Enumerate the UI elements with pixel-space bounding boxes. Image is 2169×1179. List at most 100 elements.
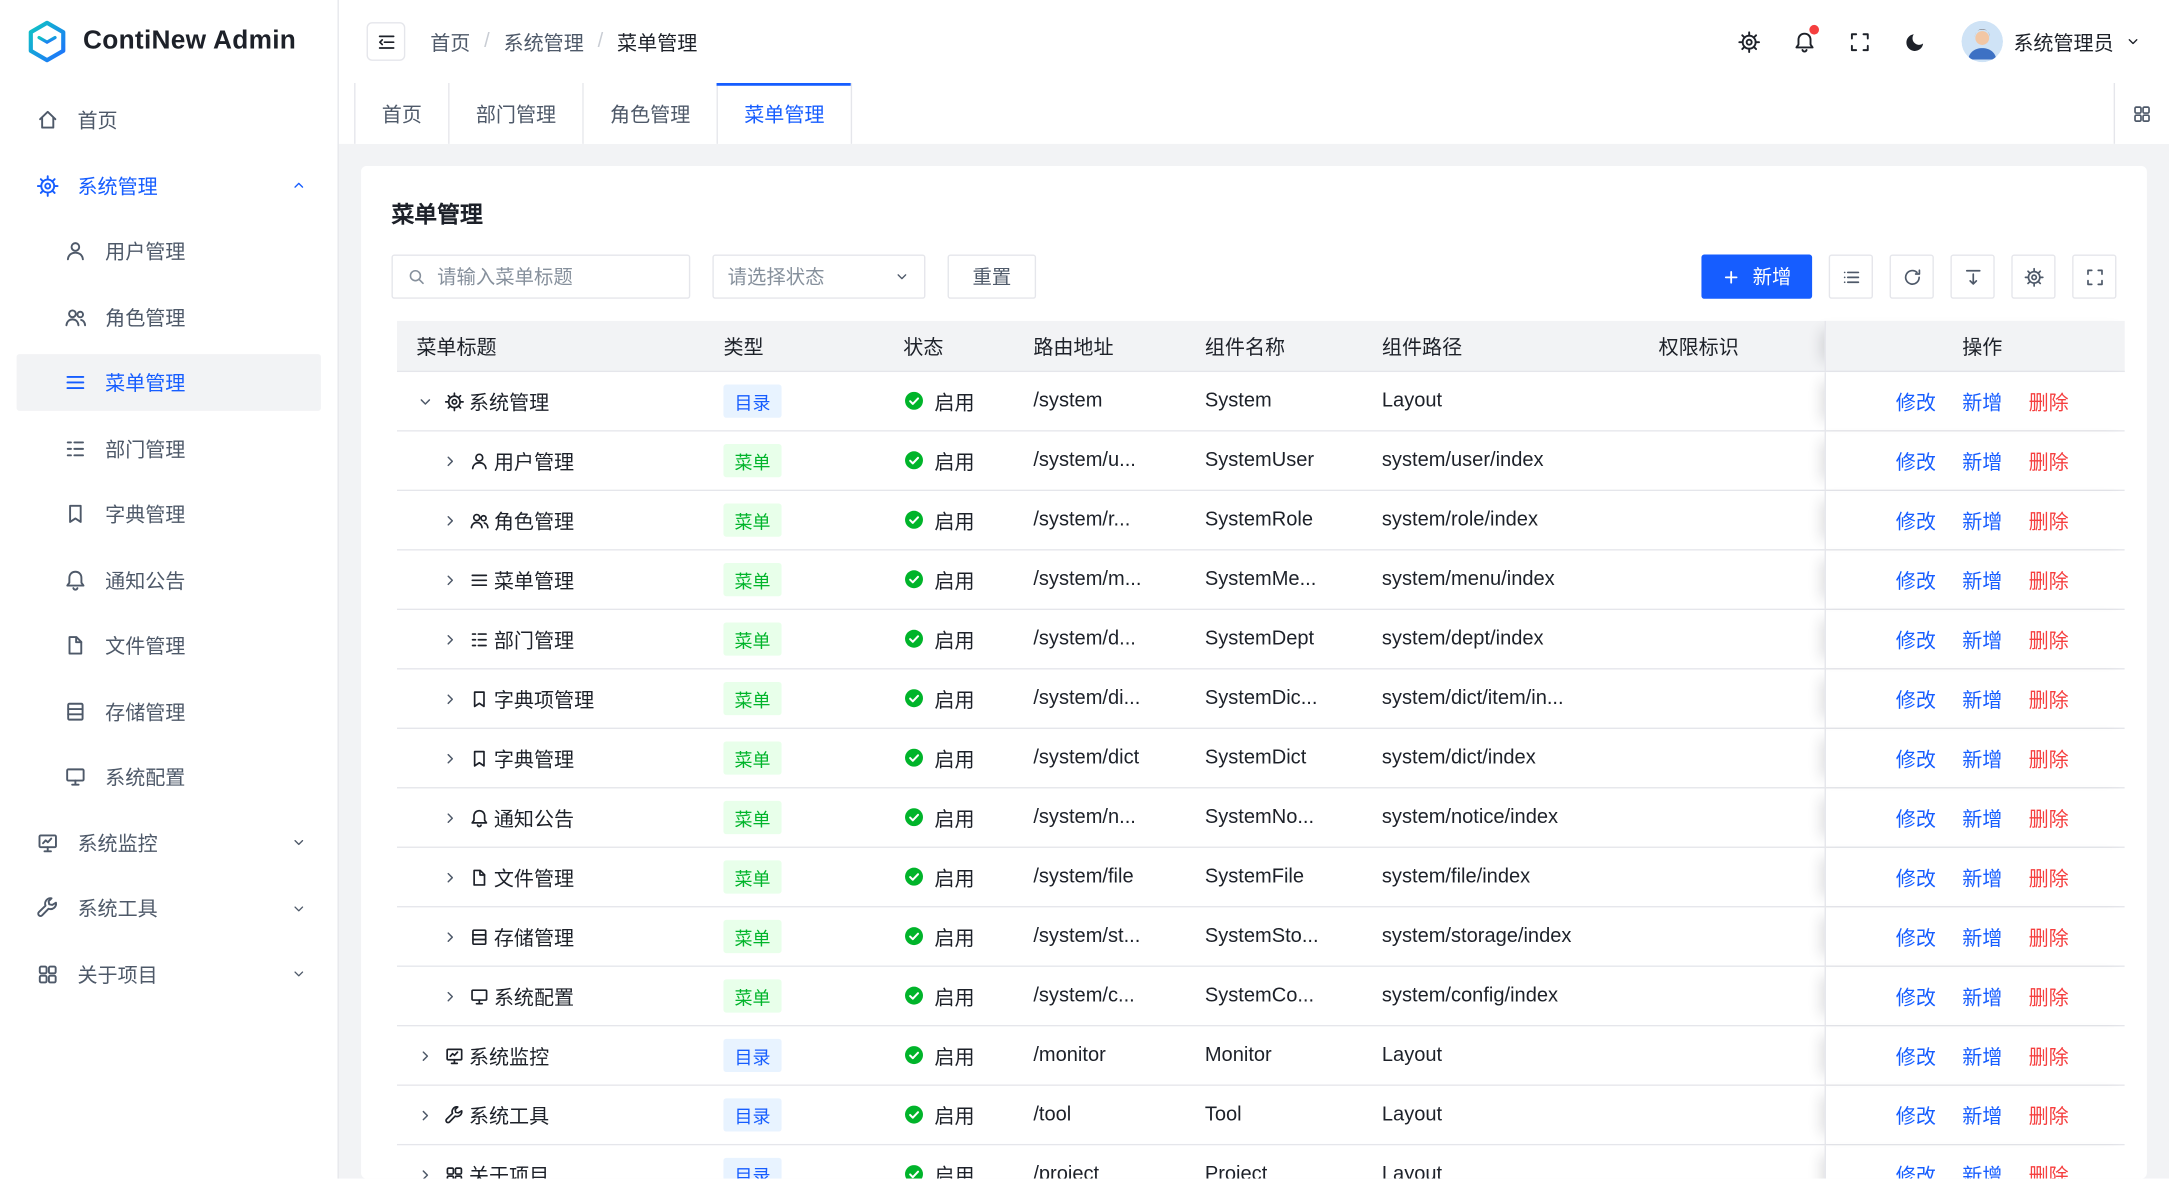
add-link[interactable]: 新增 xyxy=(1962,387,2002,416)
column-header[interactable]: 菜单标题 xyxy=(397,321,704,371)
delete-link[interactable]: 删除 xyxy=(2029,744,2069,773)
delete-link[interactable]: 删除 xyxy=(2029,862,2069,891)
sidebar-item-system-monitor[interactable]: 系统监控 xyxy=(17,814,321,871)
delete-link[interactable]: 删除 xyxy=(2029,625,2069,654)
edit-link[interactable]: 修改 xyxy=(1896,981,1936,1010)
sidebar-item-role-management[interactable]: 角色管理 xyxy=(17,288,321,345)
add-link[interactable]: 新增 xyxy=(1962,625,2002,654)
edit-link[interactable]: 修改 xyxy=(1896,862,1936,891)
sidebar-item-home[interactable]: 首页 xyxy=(17,91,321,148)
breadcrumb-item[interactable]: 菜单管理 xyxy=(617,27,697,56)
edit-link[interactable]: 修改 xyxy=(1896,1041,1936,1070)
column-header[interactable]: 路由地址 xyxy=(1014,321,1186,371)
edit-link[interactable]: 修改 xyxy=(1896,446,1936,475)
breadcrumb-item[interactable]: 首页 xyxy=(430,27,470,56)
add-link[interactable]: 新增 xyxy=(1962,744,2002,773)
user-menu[interactable]: 系统管理员 xyxy=(1961,21,2142,62)
add-link[interactable]: 新增 xyxy=(1962,803,2002,832)
delete-link[interactable]: 删除 xyxy=(2029,446,2069,475)
notifications-button[interactable] xyxy=(1781,18,1828,65)
add-button[interactable]: 新增 xyxy=(1701,255,1812,299)
row-height-button[interactable] xyxy=(1950,255,1994,299)
column-settings-button[interactable] xyxy=(2011,255,2055,299)
edit-link[interactable]: 修改 xyxy=(1896,922,1936,951)
expand-row-icon[interactable] xyxy=(441,511,459,529)
add-link[interactable]: 新增 xyxy=(1962,862,2002,891)
edit-link[interactable]: 修改 xyxy=(1896,625,1936,654)
expand-row-icon[interactable] xyxy=(441,809,459,827)
delete-link[interactable]: 删除 xyxy=(2029,506,2069,535)
sidebar-item-system-tools[interactable]: 系统工具 xyxy=(17,880,321,937)
status-select[interactable]: 请选择状态 xyxy=(712,255,925,299)
sidebar-collapse-button[interactable] xyxy=(367,22,406,61)
app-logo[interactable]: ContiNew Admin xyxy=(0,0,338,83)
tab-role-management[interactable]: 角色管理 xyxy=(584,83,718,144)
expand-row-icon[interactable] xyxy=(416,1165,434,1178)
add-link[interactable]: 新增 xyxy=(1962,922,2002,951)
settings-button[interactable] xyxy=(1726,18,1773,65)
add-link[interactable]: 新增 xyxy=(1962,1160,2002,1179)
tab-menu-management[interactable]: 菜单管理 xyxy=(718,83,852,144)
expand-row-icon[interactable] xyxy=(441,987,459,1005)
add-link[interactable]: 新增 xyxy=(1962,1100,2002,1129)
expand-row-icon[interactable] xyxy=(441,927,459,945)
expand-row-icon[interactable] xyxy=(441,452,459,470)
dark-mode-button[interactable] xyxy=(1892,18,1939,65)
sidebar-item-notice[interactable]: 通知公告 xyxy=(17,551,321,608)
tab-home[interactable]: 首页 xyxy=(354,83,449,144)
edit-link[interactable]: 修改 xyxy=(1896,803,1936,832)
tab-dept-management[interactable]: 部门管理 xyxy=(450,83,584,144)
edit-link[interactable]: 修改 xyxy=(1896,1160,1936,1179)
edit-link[interactable]: 修改 xyxy=(1896,565,1936,594)
delete-link[interactable]: 删除 xyxy=(2029,1160,2069,1179)
delete-link[interactable]: 删除 xyxy=(2029,981,2069,1010)
fullscreen-button[interactable] xyxy=(1836,18,1883,65)
delete-link[interactable]: 删除 xyxy=(2029,922,2069,951)
edit-link[interactable]: 修改 xyxy=(1896,506,1936,535)
breadcrumb-item[interactable]: 系统管理 xyxy=(504,27,584,56)
expand-row-icon[interactable] xyxy=(441,571,459,589)
reset-button[interactable]: 重置 xyxy=(948,255,1037,299)
refresh-button[interactable] xyxy=(1890,255,1934,299)
delete-link[interactable]: 删除 xyxy=(2029,803,2069,832)
expand-row-icon[interactable] xyxy=(441,868,459,886)
tab-list-button[interactable] xyxy=(2114,83,2169,144)
fullscreen-button[interactable] xyxy=(2072,255,2116,299)
edit-link[interactable]: 修改 xyxy=(1896,684,1936,713)
expand-row-icon[interactable] xyxy=(441,690,459,708)
add-link[interactable]: 新增 xyxy=(1962,684,2002,713)
sidebar-item-system-config[interactable]: 系统配置 xyxy=(17,748,321,805)
add-link[interactable]: 新增 xyxy=(1962,565,2002,594)
expand-row-icon[interactable] xyxy=(441,630,459,648)
add-link[interactable]: 新增 xyxy=(1962,981,2002,1010)
edit-link[interactable]: 修改 xyxy=(1896,387,1936,416)
sidebar-item-about-project[interactable]: 关于项目 xyxy=(17,945,321,1002)
add-link[interactable]: 新增 xyxy=(1962,1041,2002,1070)
sidebar-item-user-management[interactable]: 用户管理 xyxy=(17,223,321,280)
column-header[interactable]: 类型 xyxy=(704,321,884,371)
edit-link[interactable]: 修改 xyxy=(1896,744,1936,773)
sidebar-item-system-management[interactable]: 系统管理 xyxy=(17,157,321,214)
edit-link[interactable]: 修改 xyxy=(1896,1100,1936,1129)
delete-link[interactable]: 删除 xyxy=(2029,1041,2069,1070)
search-input[interactable] xyxy=(437,266,675,288)
delete-link[interactable]: 删除 xyxy=(2029,1100,2069,1129)
sidebar-item-dict-management[interactable]: 字典管理 xyxy=(17,486,321,543)
add-link[interactable]: 新增 xyxy=(1962,506,2002,535)
sidebar-item-menu-management[interactable]: 菜单管理 xyxy=(17,354,321,411)
list-button[interactable] xyxy=(1829,255,1873,299)
column-header[interactable]: 状态 xyxy=(884,321,1014,371)
expand-row-icon[interactable] xyxy=(416,1046,434,1064)
sidebar-item-file-management[interactable]: 文件管理 xyxy=(17,617,321,674)
add-link[interactable]: 新增 xyxy=(1962,446,2002,475)
column-header[interactable]: 组件路径 xyxy=(1363,321,1640,371)
sidebar-item-dept-management[interactable]: 部门管理 xyxy=(17,420,321,477)
expand-row-icon[interactable] xyxy=(441,749,459,767)
sidebar-item-storage-management[interactable]: 存储管理 xyxy=(17,683,321,740)
delete-link[interactable]: 删除 xyxy=(2029,684,2069,713)
column-header[interactable]: 权限标识 xyxy=(1639,321,1824,371)
delete-link[interactable]: 删除 xyxy=(2029,387,2069,416)
delete-link[interactable]: 删除 xyxy=(2029,565,2069,594)
collapse-row-icon[interactable] xyxy=(416,392,434,410)
column-header[interactable]: 操作 xyxy=(1825,321,2139,371)
